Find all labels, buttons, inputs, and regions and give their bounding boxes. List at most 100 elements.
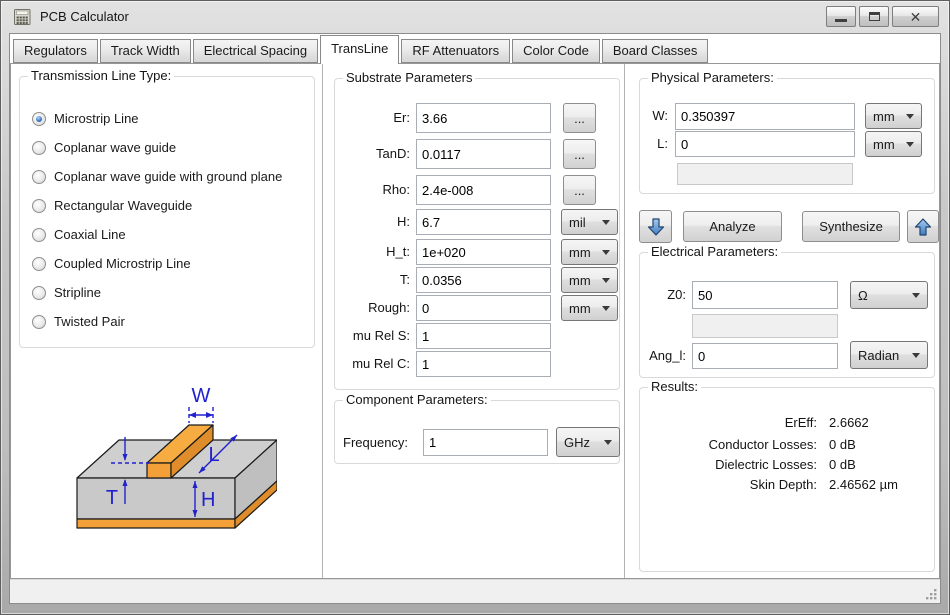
group-title: Transmission Line Type: (28, 68, 174, 83)
tand-more-button[interactable]: ... (563, 139, 596, 169)
unit-label: mil (569, 215, 586, 230)
radio-coaxial-line[interactable]: Coaxial Line (32, 226, 126, 243)
transline-page: Transmission Line Type: Microstrip Line … (10, 63, 940, 579)
result-value: 0 dB (829, 457, 856, 472)
radio-icon (32, 112, 46, 126)
chevron-down-icon (602, 278, 610, 283)
analyze-direction-button[interactable] (639, 210, 672, 243)
er-more-button[interactable]: ... (563, 103, 596, 133)
h-unit-dropdown[interactable]: mil (561, 209, 618, 235)
result-value: 2.46562 µm (829, 477, 898, 492)
minimize-button[interactable] (826, 6, 856, 27)
blue-up-arrow-icon (912, 216, 934, 238)
close-button[interactable]: ✕ (892, 6, 939, 27)
w-input[interactable] (675, 103, 855, 130)
result-label: Dielectric Losses: (640, 457, 817, 472)
frequency-unit-dropdown[interactable]: GHz (556, 427, 620, 457)
tand-input[interactable] (416, 139, 551, 169)
rough-input[interactable] (416, 295, 551, 321)
ht-input[interactable] (416, 239, 551, 265)
mu-rel-s-input[interactable] (416, 323, 551, 349)
h-input[interactable] (416, 209, 551, 235)
chevron-down-icon (906, 142, 914, 147)
result-value: 2.6662 (829, 415, 869, 430)
t-unit-dropdown[interactable]: mm (561, 267, 618, 293)
tab-regulators[interactable]: Regulators (13, 39, 98, 63)
frequency-label: Frequency: (343, 435, 413, 451)
radio-coplanar-wave-guide[interactable]: Coplanar wave guide (32, 139, 176, 156)
tab-track-width[interactable]: Track Width (100, 39, 191, 63)
tab-transline[interactable]: TransLine (320, 35, 399, 64)
l-unit-dropdown[interactable]: mm (865, 131, 922, 157)
resize-grip[interactable] (925, 588, 938, 601)
radio-microstrip-line[interactable]: Microstrip Line (32, 110, 139, 127)
w-unit-dropdown[interactable]: mm (865, 103, 922, 129)
pcb-calculator-window: PCB Calculator ✕ Regulators Track Width … (0, 0, 950, 615)
maximize-icon (869, 12, 880, 21)
result-label: Skin Depth: (640, 477, 817, 492)
chevron-down-icon (912, 353, 920, 358)
analyze-label: Analyze (709, 219, 755, 234)
radio-coplanar-wave-guide-ground[interactable]: Coplanar wave guide with ground plane (32, 168, 282, 185)
radio-rectangular-waveguide[interactable]: Rectangular Waveguide (32, 197, 192, 214)
ang-l-unit-dropdown[interactable]: Radian (850, 341, 928, 369)
t-label: T: (335, 272, 410, 288)
dim-t-label: T (106, 487, 118, 509)
z0-label: Z0: (640, 287, 686, 303)
ang-l-input[interactable] (692, 343, 838, 369)
close-icon: ✕ (910, 10, 922, 24)
radio-label: Coplanar wave guide (54, 140, 176, 155)
tab-electrical-spacing[interactable]: Electrical Spacing (193, 39, 318, 63)
analyze-button[interactable]: Analyze (683, 211, 782, 242)
electrical-readout-field (692, 314, 838, 338)
t-input[interactable] (416, 267, 551, 293)
synthesize-button[interactable]: Synthesize (802, 211, 900, 242)
synthesize-direction-button[interactable] (907, 210, 939, 243)
dim-w-label: W (192, 385, 211, 407)
unit-label: mm (569, 273, 591, 288)
radio-label: Coaxial Line (54, 227, 126, 242)
result-skin-depth: Skin Depth: 2.46562 µm (640, 477, 898, 492)
frequency-input[interactable] (423, 429, 548, 456)
radio-icon (32, 257, 46, 271)
rough-unit-dropdown[interactable]: mm (561, 295, 618, 321)
radio-twisted-pair[interactable]: Twisted Pair (32, 313, 125, 330)
radio-label: Twisted Pair (54, 314, 125, 329)
substrate-parameters-group: Substrate Parameters Er: ... TanD: ... R… (334, 78, 620, 390)
mu-rel-c-input[interactable] (416, 351, 551, 377)
l-label: L: (644, 136, 668, 152)
radio-label: Rectangular Waveguide (54, 198, 192, 213)
tab-rf-attenuators[interactable]: RF Attenuators (401, 39, 510, 63)
window-title: PCB Calculator (40, 9, 129, 24)
rho-more-button[interactable]: ... (563, 175, 596, 205)
z0-unit-dropdown[interactable]: Ω (850, 281, 928, 309)
unit-label: mm (873, 137, 895, 152)
h-label: H: (335, 214, 410, 230)
results-group: Results: ErEff:2.6662 Conductor Losses:0… (639, 387, 935, 572)
electrical-parameters-group: Electrical Parameters: Z0: Ω Ang_l: Radi… (639, 252, 935, 378)
maximize-button[interactable] (859, 6, 889, 27)
tab-color-code[interactable]: Color Code (512, 39, 600, 63)
er-input[interactable] (416, 103, 551, 133)
radio-coupled-microstrip-line[interactable]: Coupled Microstrip Line (32, 255, 191, 272)
chevron-down-icon (602, 306, 610, 311)
rho-label: Rho: (335, 182, 410, 198)
ht-label: H_t: (335, 244, 410, 260)
dim-h-label: H (201, 489, 215, 511)
radio-stripline[interactable]: Stripline (32, 284, 101, 301)
rho-input[interactable] (416, 175, 551, 205)
l-input[interactable] (675, 131, 855, 157)
minimize-icon (835, 19, 847, 22)
result-dielectric-losses: Dielectric Losses: 0 dB (640, 457, 856, 472)
unit-label: mm (569, 245, 591, 260)
tab-board-classes[interactable]: Board Classes (602, 39, 709, 63)
more-label: ... (574, 183, 585, 198)
z0-input[interactable] (692, 281, 838, 309)
result-ereff: ErEff:2.6662 (640, 415, 869, 430)
chevron-down-icon (602, 220, 610, 225)
titlebar[interactable]: PCB Calculator ✕ (1, 1, 949, 32)
radio-label: Microstrip Line (54, 111, 139, 126)
chevron-down-icon (912, 293, 920, 298)
result-value: 0 dB (829, 437, 856, 452)
ht-unit-dropdown[interactable]: mm (561, 239, 618, 265)
